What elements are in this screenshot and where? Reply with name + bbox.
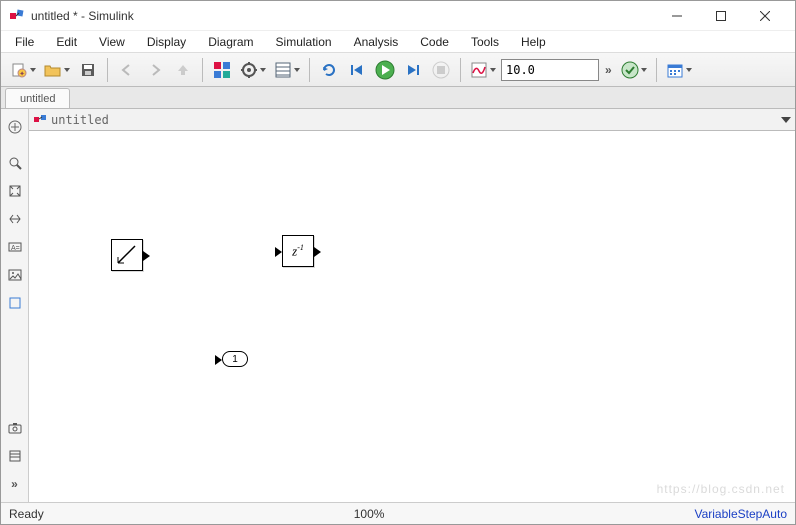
menubar: File Edit View Display Diagram Simulatio… (1, 31, 795, 53)
model-browser: untitled z-1 (29, 109, 795, 502)
toolbar: ✦ (1, 53, 795, 87)
outport-label: 1 (232, 354, 238, 365)
delay-exp: -1 (297, 243, 304, 252)
dropdown-arrow-icon (30, 68, 36, 72)
model-config-button[interactable] (237, 57, 269, 83)
dropdown-arrow-icon (260, 68, 266, 72)
open-button[interactable] (41, 57, 73, 83)
left-palette: A= » (1, 109, 29, 502)
ramp-icon (115, 243, 139, 267)
stop-time-input[interactable]: 10.0 (501, 59, 599, 81)
port-out[interactable] (143, 251, 150, 261)
svg-text:A=: A= (11, 245, 20, 252)
dropdown-arrow-icon (686, 68, 692, 72)
menu-view[interactable]: View (89, 33, 135, 51)
toolbar-separator (202, 58, 203, 82)
build-button[interactable] (618, 57, 650, 83)
menu-analysis[interactable]: Analysis (344, 33, 409, 51)
simulink-logo-icon (9, 8, 25, 24)
run-button[interactable] (372, 57, 398, 83)
toolbar-separator (460, 58, 461, 82)
port-in[interactable] (275, 247, 282, 257)
model-icon (33, 113, 47, 127)
tab-label: untitled (20, 93, 55, 105)
toolbar-separator (107, 58, 108, 82)
breadcrumb-dropdown-icon[interactable] (781, 117, 791, 123)
status-solver[interactable]: VariableStepAuto (694, 507, 787, 521)
area-button[interactable] (4, 292, 26, 314)
port-in[interactable] (215, 355, 222, 365)
image-button[interactable] (4, 264, 26, 286)
block-unit-delay[interactable]: z-1 (282, 235, 314, 267)
palette-overflow-button[interactable]: » (4, 473, 26, 495)
zoom-button[interactable] (4, 152, 26, 174)
breadcrumb-model[interactable]: untitled (51, 113, 109, 127)
stop-button[interactable] (428, 57, 454, 83)
back-button[interactable] (114, 57, 140, 83)
tab-strip: untitled (1, 87, 795, 109)
svg-text:✦: ✦ (19, 70, 25, 78)
forward-button[interactable] (142, 57, 168, 83)
annotation-button[interactable]: A= (4, 236, 26, 258)
update-diagram-button[interactable] (316, 57, 342, 83)
dropdown-arrow-icon (641, 68, 647, 72)
stop-time-value: 10.0 (506, 63, 535, 77)
menu-help[interactable]: Help (511, 33, 556, 51)
new-model-button[interactable]: ✦ (7, 57, 39, 83)
data-inspector-button[interactable] (467, 57, 499, 83)
titlebar: untitled * - Simulink (1, 1, 795, 31)
menu-tools[interactable]: Tools (461, 33, 509, 51)
breadcrumb-bar: untitled (29, 109, 795, 131)
menu-diagram[interactable]: Diagram (198, 33, 263, 51)
maximize-button[interactable] (699, 2, 743, 30)
menu-display[interactable]: Display (137, 33, 196, 51)
block-outport[interactable]: 1 (222, 351, 248, 367)
tab-model[interactable]: untitled (5, 88, 70, 108)
dropdown-arrow-icon (490, 68, 496, 72)
up-button[interactable] (170, 57, 196, 83)
dropdown-arrow-icon (294, 68, 300, 72)
menu-code[interactable]: Code (410, 33, 459, 51)
model-explorer-button[interactable] (271, 57, 303, 83)
minimize-button[interactable] (655, 2, 699, 30)
block-ramp[interactable] (111, 239, 143, 271)
step-forward-button[interactable] (400, 57, 426, 83)
hide-browser-button[interactable] (4, 116, 26, 138)
menu-edit[interactable]: Edit (46, 33, 87, 51)
status-bar: Ready 100% VariableStepAuto (1, 502, 795, 524)
save-button[interactable] (75, 57, 101, 83)
library-browser-button[interactable] (209, 57, 235, 83)
dropdown-arrow-icon (64, 68, 70, 72)
schedule-button[interactable] (663, 57, 695, 83)
menu-file[interactable]: File (5, 33, 44, 51)
close-button[interactable] (743, 2, 787, 30)
fit-to-view-button[interactable] (4, 180, 26, 202)
toolbar-separator (656, 58, 657, 82)
screenshot-button[interactable] (4, 417, 26, 439)
canvas[interactable]: z-1 1 https://blog.csdn.net (29, 131, 795, 502)
window-title: untitled * - Simulink (31, 9, 655, 23)
model-properties-button[interactable] (4, 445, 26, 467)
watermark: https://blog.csdn.net (657, 482, 785, 496)
menu-simulation[interactable]: Simulation (266, 33, 342, 51)
toolbar-separator (309, 58, 310, 82)
status-zoom[interactable]: 100% (354, 507, 385, 521)
step-back-button[interactable] (344, 57, 370, 83)
toggle-perspective-button[interactable] (4, 208, 26, 230)
status-state: Ready (9, 507, 44, 521)
toolbar-overflow-button[interactable]: » (601, 63, 616, 77)
main-area: A= » untitled (1, 109, 795, 502)
port-out[interactable] (314, 247, 321, 257)
